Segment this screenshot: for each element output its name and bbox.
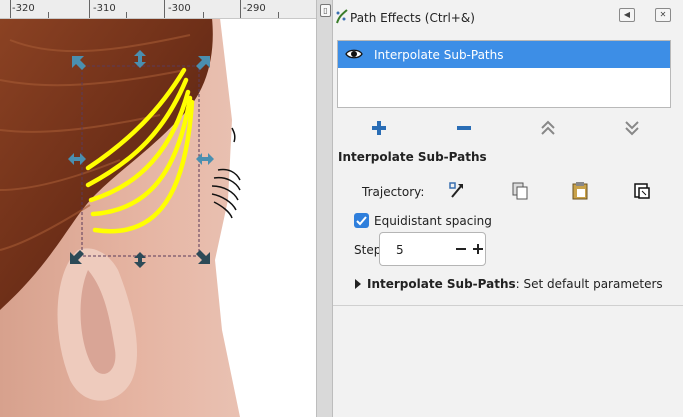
equidistant-label[interactable]: Equidistant spacing	[374, 214, 492, 228]
path-effects-panel: Path Effects (Ctrl+&) ◀ ✕ Interpolate Su…	[333, 0, 683, 417]
trajectory-label: Trajectory:	[362, 185, 425, 199]
ruler-tick	[278, 12, 279, 18]
ruler-label: -300	[168, 3, 191, 14]
increment-icon[interactable]	[472, 242, 484, 256]
canvas-area[interactable]: -320 -310 -300 -290	[0, 0, 316, 417]
equidistant-checkbox[interactable]	[354, 213, 369, 228]
panel-separator	[333, 305, 683, 306]
ruler-tick	[240, 0, 241, 18]
effects-list[interactable]: Interpolate Sub-Paths	[337, 40, 671, 108]
panel-header: Path Effects (Ctrl+&) ◀ ✕	[333, 0, 683, 36]
move-up-icon[interactable]	[538, 118, 558, 138]
scrollbar-lock-icon[interactable]: ▯	[320, 4, 331, 17]
ruler-tick	[10, 0, 11, 18]
ruler-label: -290	[243, 3, 266, 14]
ruler-tick	[164, 0, 165, 18]
path-effects-icon	[336, 9, 348, 24]
defaults-text: : Set default parameters	[515, 277, 663, 291]
panel-title: Path Effects (Ctrl+&)	[350, 11, 475, 25]
ruler-tick	[89, 0, 90, 18]
vertical-scrollbar[interactable]: ▯	[316, 0, 333, 417]
checkmark-icon	[356, 216, 367, 226]
effect-settings-title: Interpolate Sub-Paths	[338, 150, 487, 164]
add-icon[interactable]	[369, 118, 389, 138]
ruler-tick	[203, 12, 204, 18]
horizontal-ruler[interactable]: -320 -310 -300 -290	[0, 0, 316, 19]
remove-icon[interactable]	[454, 118, 474, 138]
edit-on-canvas-icon[interactable]	[447, 180, 469, 202]
panel-close-button[interactable]: ✕	[655, 8, 671, 22]
ruler-label: -310	[93, 3, 116, 14]
move-down-icon[interactable]	[622, 118, 642, 138]
steps-spinbox[interactable]: 5	[379, 232, 486, 266]
effect-row-interpolate[interactable]: Interpolate Sub-Paths	[338, 41, 670, 68]
defaults-effect-name: Interpolate Sub-Paths	[367, 277, 516, 291]
effect-name: Interpolate Sub-Paths	[374, 48, 504, 62]
ruler-tick	[48, 12, 49, 18]
steps-value[interactable]: 5	[396, 243, 404, 257]
decrement-icon[interactable]	[455, 242, 467, 256]
link-to-path-icon[interactable]	[631, 180, 653, 202]
ruler-label: -320	[12, 3, 35, 14]
ruler-tick	[126, 12, 127, 18]
visibility-eye-icon[interactable]	[345, 48, 363, 60]
canvas-drawing[interactable]	[0, 0, 316, 417]
expander-arrow-icon[interactable]	[355, 279, 361, 289]
default-parameters-expander[interactable]: Interpolate Sub-Paths: Set default param…	[355, 277, 663, 291]
copy-path-icon[interactable]	[509, 180, 531, 202]
panel-menu-button[interactable]: ◀	[619, 8, 635, 22]
paste-path-icon[interactable]	[569, 180, 591, 202]
